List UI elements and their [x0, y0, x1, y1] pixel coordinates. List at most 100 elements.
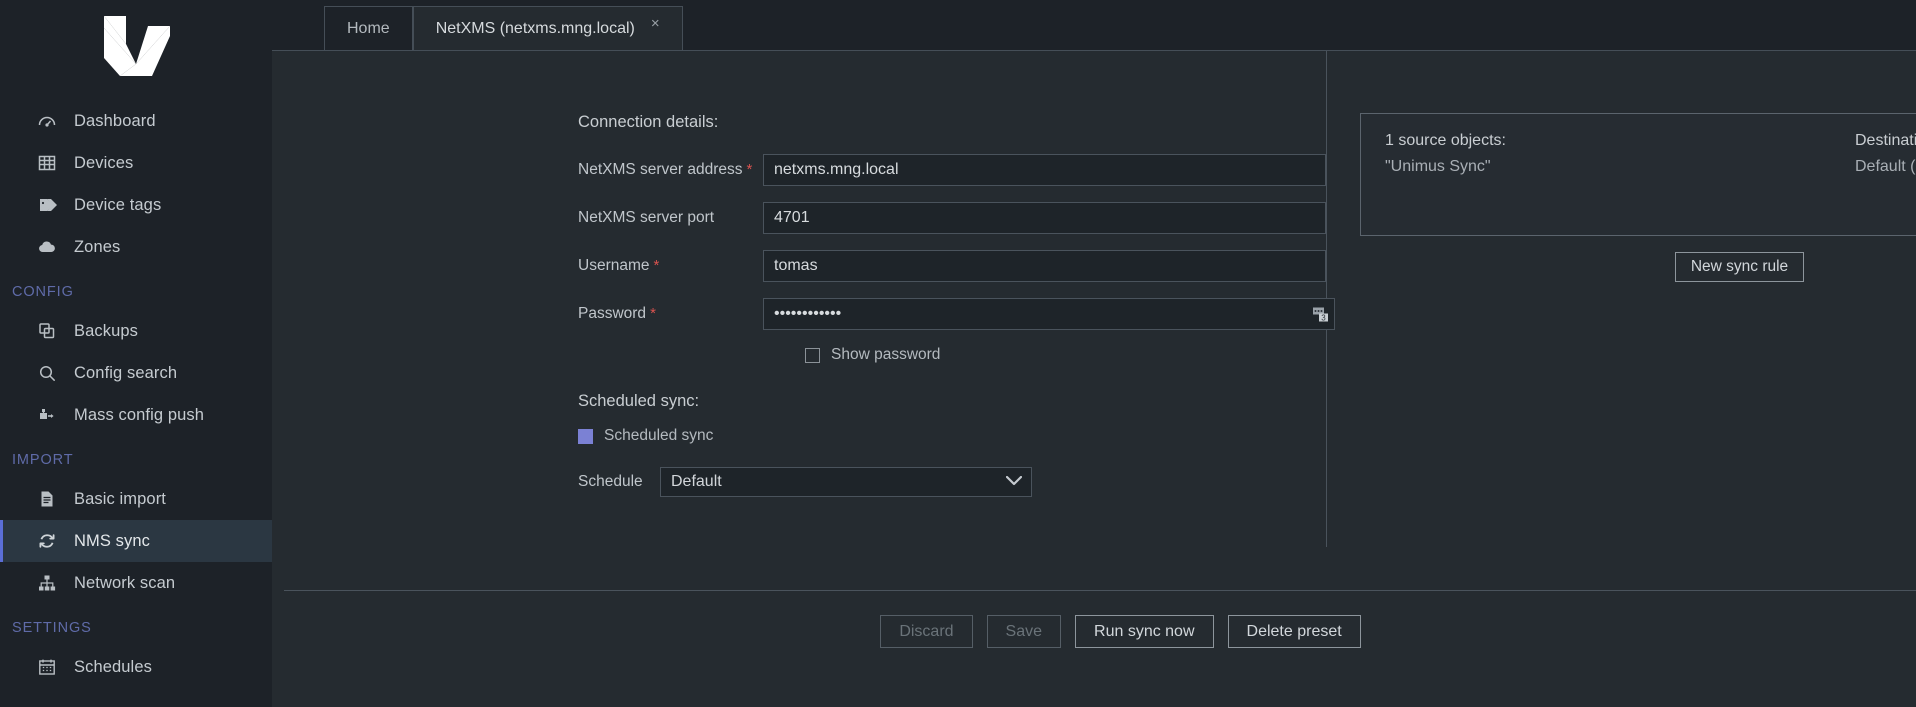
footer-buttons: Discard Save Run sync now Delete preset [880, 615, 1361, 649]
netxms-server-address-field-label: NetXMS server address * [578, 161, 763, 179]
schedule-select[interactable]: Default [660, 467, 1032, 497]
password-label: Password * [578, 305, 763, 323]
tab-bar: Home NetXMS (netxms.mng.local) × [272, 0, 1916, 50]
schedule-select-wrap[interactable]: Default [660, 467, 1032, 497]
sitemap-icon [36, 572, 58, 594]
netxms-server-address-field-row: NetXMS server address * [578, 154, 1326, 186]
scheduled-sync-title: Scheduled sync: [578, 392, 700, 410]
source-objects-value: "Unimus Sync" [1385, 158, 1491, 175]
new-sync-rule-button[interactable]: New sync rule [1674, 251, 1805, 283]
tab-label: Home [347, 19, 390, 37]
close-icon[interactable]: × [651, 16, 660, 31]
show-password-row[interactable]: Show password [805, 346, 1326, 364]
destination-zone-column: Destination Zone: Default (0) [1855, 132, 1916, 176]
document-icon [36, 488, 58, 510]
sidebar-item-basic-import[interactable]: Basic import [0, 478, 272, 520]
sync-rule-card: 1 source objects: "Unimus Sync" Destinat… [1360, 113, 1916, 236]
netxms-server-address-field[interactable] [763, 154, 1326, 186]
sidebar-item-mass-config-push[interactable]: Mass config push [0, 394, 272, 436]
sidebar-item-config-search[interactable]: Config search [0, 352, 272, 394]
field-label-text: NetXMS server port [578, 209, 715, 226]
sidebar-item-label: Basic import [74, 489, 166, 508]
copy-icon [36, 320, 58, 342]
sidebar-section-header: SETTINGS [12, 620, 92, 636]
new-sync-rule-wrap: New sync rule [1360, 251, 1916, 283]
sidebar-item-label: Mass config push [74, 405, 204, 424]
password-label-text: Password [578, 305, 647, 322]
username-field[interactable] [763, 250, 1326, 282]
sidebar-item-label: Dashboard [74, 111, 156, 130]
sidebar-item-label: Config search [74, 363, 178, 382]
source-objects-header: 1 source objects: [1385, 132, 1506, 149]
schedule-row: Schedule Default [578, 467, 1326, 497]
sidebar-item-label: Zones [74, 237, 121, 256]
footer-actions: Discard Save Run sync now Delete preset [284, 590, 1916, 707]
panes: Connection details: NetXMS server addres… [272, 51, 1916, 590]
scheduled-sync-label: Scheduled sync [604, 427, 714, 444]
discard-button: Discard [880, 615, 973, 649]
sync-rules-pane: 1 source objects: "Unimus Sync" Destinat… [1327, 51, 1916, 590]
app-window: Dashboard Devices Device tags Zones CONFIG Ba… [0, 0, 1916, 707]
password-input-wrap: 3 [763, 298, 1335, 330]
netxms-server-port-field-row: NetXMS server port [578, 202, 1326, 234]
sidebar-item-label: Backups [74, 321, 138, 340]
sidebar-item-label: Devices [74, 153, 134, 172]
show-password-label: Show password [831, 346, 941, 363]
sidebar-item-label: NMS sync [74, 531, 150, 550]
svg-text:3: 3 [1321, 314, 1326, 323]
netxms-server-port-field[interactable] [763, 202, 1326, 234]
run-sync-now-button[interactable]: Run sync now [1075, 615, 1214, 649]
sync-icon [36, 530, 58, 552]
connection-details-title: Connection details: [578, 113, 719, 131]
sidebar-item-label: Network scan [74, 573, 176, 592]
sync-rule-actions: Edit Delete [1385, 190, 1916, 221]
sidebar-item-dashboard[interactable]: Dashboard [0, 100, 272, 142]
schedule-label: Schedule [578, 473, 643, 490]
tab-home[interactable]: Home [324, 6, 413, 50]
content-area: Connection details: NetXMS server addres… [272, 50, 1916, 707]
main-area: Home NetXMS (netxms.mng.local) × Connectio… [272, 0, 1916, 707]
username-field-row: Username * [578, 250, 1326, 282]
gauge-icon [36, 110, 58, 132]
delete-preset-button[interactable]: Delete preset [1227, 615, 1361, 649]
scheduled-sync-checkbox[interactable] [578, 428, 593, 444]
search-icon [36, 362, 58, 384]
field-label-text: Username [578, 257, 650, 274]
source-objects-column: 1 source objects: "Unimus Sync" [1385, 132, 1855, 176]
scheduled-sync-row[interactable]: Scheduled sync [578, 427, 1326, 445]
sidebar-item-label: Device tags [74, 195, 162, 214]
calendar-icon [36, 656, 58, 678]
sidebar: Dashboard Devices Device tags Zones CONFIG Ba… [0, 0, 272, 707]
sidebar-section-header: CONFIG [12, 284, 74, 300]
netxms-server-port-field-label: NetXMS server port [578, 209, 763, 227]
destination-zone-header: Destination Zone: [1855, 132, 1916, 149]
sidebar-item-backups[interactable]: Backups [0, 310, 272, 352]
sync-rule-columns: 1 source objects: "Unimus Sync" Destinat… [1385, 132, 1916, 176]
sidebar-item-device-tags[interactable]: Device tags [0, 184, 272, 226]
sidebar-item-network-scan[interactable]: Network scan [0, 562, 272, 604]
tab-netxms[interactable]: NetXMS (netxms.mng.local) × [412, 6, 683, 50]
logo-container [0, 0, 272, 100]
required-asterisk: * [650, 305, 656, 322]
sidebar-item-label: Schedules [74, 657, 152, 676]
show-password-checkbox[interactable] [805, 347, 820, 363]
required-asterisk: * [653, 257, 660, 274]
password-generator-icon[interactable]: 3 [1312, 306, 1329, 323]
table-icon [36, 152, 58, 174]
push-icon [36, 404, 58, 426]
save-button: Save [986, 615, 1062, 649]
sidebar-item-devices[interactable]: Devices [0, 142, 272, 184]
sidebar-item-zones[interactable]: Zones [0, 226, 272, 268]
unimus-logo [104, 16, 170, 76]
cloud-icon [36, 236, 58, 258]
connection-form-pane: Connection details: NetXMS server addres… [272, 51, 1335, 547]
sidebar-section-header: IMPORT [12, 452, 74, 468]
sidebar-item-schedules[interactable]: Schedules [0, 646, 272, 688]
tags-icon [36, 194, 58, 216]
field-label-text: NetXMS server address [578, 161, 743, 178]
tab-label: NetXMS (netxms.mng.local) [435, 19, 635, 37]
sidebar-item-nms-sync[interactable]: NMS sync [0, 520, 272, 562]
password-row: Password* 3 [578, 298, 1335, 330]
required-asterisk: * [746, 161, 753, 178]
password-field[interactable] [763, 298, 1335, 330]
